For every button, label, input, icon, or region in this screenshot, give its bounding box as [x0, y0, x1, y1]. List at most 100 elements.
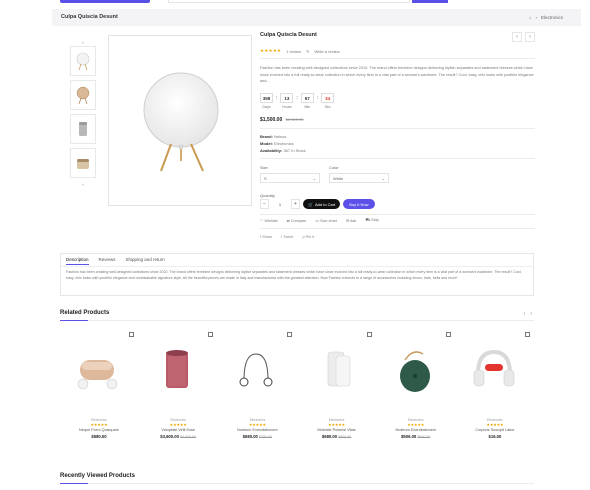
header-left-button[interactable]: [60, 0, 150, 3]
tab-description-text: Fashion has been creating well-designed …: [66, 270, 522, 280]
brand-value[interactable]: Nelsus: [274, 134, 286, 139]
qty-decrease-button[interactable]: −: [260, 199, 269, 209]
buy-now-button[interactable]: Buy It Now: [343, 199, 375, 209]
thumbs-down-arrow-icon[interactable]: ˅: [70, 182, 96, 188]
ask-link[interactable]: ✉ Ask: [346, 218, 356, 223]
thumbnail-1[interactable]: [70, 46, 96, 76]
header-search-button[interactable]: [412, 0, 448, 3]
headphones-product-image[interactable]: [464, 340, 524, 400]
product-card[interactable]: Electronics ★★★★★ Nostrum Exercitationem…: [379, 330, 453, 442]
related-products-title: Related Products: [60, 310, 110, 316]
compare-link[interactable]: ⇄ Compare: [287, 218, 307, 223]
old-price: $750.00: [259, 435, 273, 439]
product-name[interactable]: Voluptate Velit Esse: [141, 428, 215, 432]
section-divider: [60, 320, 534, 321]
earbuds-product-image[interactable]: [68, 340, 128, 400]
speaker-product-image[interactable]: [147, 340, 207, 400]
thumbnail-2[interactable]: [70, 80, 96, 110]
size-select[interactable]: S ⌄: [260, 173, 320, 183]
product-card[interactable]: Electronics ★★★★★ Nostrum Exercitationem…: [220, 330, 294, 442]
compare-checkbox[interactable]: [129, 332, 134, 337]
breadcrumb-category[interactable]: Electronics: [541, 15, 563, 20]
compare-checkbox[interactable]: [366, 332, 372, 337]
share-facebook[interactable]: f Share: [260, 235, 272, 239]
thumbnail-gallery: ˄ ˅: [70, 40, 98, 188]
countdown-timer: 358 Days : 13 Hours : 57 Min : 34 Sec: [260, 93, 335, 109]
product-stars: ★★★★★: [328, 423, 346, 427]
product-price: $3,600.00 $4,000.00: [141, 434, 215, 439]
countdown-sec-value: 34: [321, 93, 335, 103]
quantity-label: Quantity: [260, 193, 275, 198]
related-next-arrow-icon[interactable]: ›: [530, 311, 532, 317]
price-value: $680.00: [242, 434, 258, 439]
breadcrumb: ⌂ › Electronics: [529, 15, 563, 20]
chevron-down-icon: ⌄: [312, 176, 316, 181]
next-product-button[interactable]: ›: [525, 32, 535, 42]
tab-reviews[interactable]: Reviews: [99, 257, 116, 265]
product-name[interactable]: Molestie Pulentsi Vitae: [300, 428, 374, 432]
share-pinterest[interactable]: p Pin it: [302, 235, 314, 239]
wishlist-link[interactable]: ♡ Wishlist: [260, 218, 278, 223]
breadcrumb-bar: Culpa Quiscia Desunt ⌂ › Electronics: [52, 9, 581, 26]
price-value: $506.00: [401, 434, 417, 439]
earphones-product-image[interactable]: [226, 340, 286, 400]
thumbnail-3[interactable]: [70, 114, 96, 144]
product-name[interactable]: Corporis Suscipit Labor: [458, 428, 532, 432]
section-divider: [60, 483, 534, 484]
main-product-image[interactable]: [108, 35, 252, 206]
old-price: $600.00: [417, 435, 431, 439]
compare-checkbox[interactable]: [445, 332, 451, 337]
color-select[interactable]: White ⌄: [329, 173, 389, 183]
compare-checkbox[interactable]: [287, 332, 293, 337]
divider: [260, 128, 535, 129]
price-value: $680.00: [321, 434, 338, 439]
product-card[interactable]: Electronics ★★★★★ Molestie Pulentsi Vita…: [300, 330, 374, 442]
charger-product-image[interactable]: [306, 340, 366, 400]
product-nav: ‹ ›: [512, 32, 535, 42]
header-search-input[interactable]: [168, 0, 410, 3]
compare-checkbox[interactable]: [208, 332, 214, 337]
add-to-cart-button[interactable]: 🛒 Add to Cart: [303, 199, 341, 209]
related-nav: ‹ ›: [524, 311, 532, 317]
prev-product-button[interactable]: ‹: [512, 32, 522, 42]
current-price: $1,500.00: [260, 117, 283, 123]
qty-increase-button[interactable]: +: [291, 199, 300, 209]
write-review-link[interactable]: Write a review: [314, 49, 339, 54]
product-stars: ★★★★★: [407, 423, 425, 427]
green-speaker-image: [399, 351, 430, 392]
size-chart-link[interactable]: ▭ Size chart: [315, 218, 337, 223]
countdown-hours: 13 Hours: [280, 93, 294, 109]
rating-stars: ★★★★★: [260, 48, 282, 53]
compare-checkbox[interactable]: [524, 332, 530, 337]
review-count[interactable]: 1 review: [286, 49, 301, 54]
tab-shipping[interactable]: Shipping and return: [126, 257, 165, 265]
size-label: Size: [260, 165, 268, 170]
countdown-separator: :: [296, 95, 298, 101]
breadcrumb-separator: ›: [535, 14, 537, 20]
round-speaker-image: [143, 72, 219, 172]
qty-input[interactable]: 1: [272, 199, 288, 209]
countdown-separator: :: [316, 95, 319, 101]
add-to-cart-label: Add to Cart: [314, 201, 336, 207]
product-title: Culpa Quiscia Desunt: [260, 32, 317, 38]
divider: [260, 214, 535, 215]
tab-description[interactable]: Description: [66, 257, 89, 265]
earbuds-image: [77, 360, 118, 390]
product-stars: ★★★★★: [169, 423, 187, 427]
ship-link[interactable]: ⛟ Ship: [365, 218, 378, 223]
share-twitter[interactable]: t Tweet: [281, 235, 293, 239]
home-icon[interactable]: ⌂: [529, 15, 532, 20]
product-name[interactable]: Nostrum Exercitationem: [220, 428, 294, 432]
product-name[interactable]: Neque Porro Quisquam: [62, 428, 136, 432]
color-label: Color: [329, 165, 339, 170]
product-name[interactable]: Nostrum Exercitationem: [379, 428, 453, 432]
cart-icon: 🛒: [308, 201, 313, 207]
tweet-label: Tweet: [283, 235, 294, 239]
product-card[interactable]: Electronics ★★★★★ Neque Porro Quisquam $…: [62, 330, 136, 442]
product-card[interactable]: Electronics ★★★★★ Voluptate Velit Esse $…: [141, 330, 215, 442]
product-card[interactable]: Electronics ★★★★★ Corporis Suscipit Labo…: [458, 330, 532, 442]
related-prev-arrow-icon[interactable]: ‹: [524, 311, 526, 317]
thumbnail-4[interactable]: [70, 148, 96, 178]
green-speaker-product-image[interactable]: [385, 340, 445, 400]
cylinder-speaker-thumb-icon: [79, 122, 87, 136]
